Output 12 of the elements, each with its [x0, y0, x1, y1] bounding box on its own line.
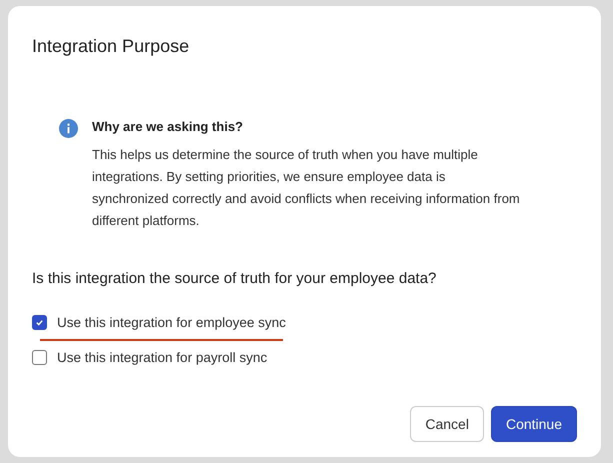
option-label: Use this integration for payroll sync: [57, 350, 268, 365]
cancel-button[interactable]: Cancel: [410, 406, 484, 442]
check-icon: [35, 318, 44, 327]
option-label: Use this integration for employee sync: [57, 315, 286, 330]
checkbox[interactable]: [32, 315, 47, 330]
dialog-title: Integration Purpose: [32, 36, 190, 57]
info-icon: [59, 119, 78, 138]
continue-button[interactable]: Continue: [490, 406, 577, 442]
question-text: Is this integration the source of truth for your employee data?: [32, 270, 438, 287]
checkbox[interactable]: [32, 350, 47, 365]
info-text: This helps us determine the source of truth when you have multiple integrations. By setting priorities, we ensure employee data is synchronized correctly and avoid conflicts when receiving information from different platforms.: [92, 146, 520, 230]
info-heading: Why are we asking this?: [92, 119, 244, 134]
